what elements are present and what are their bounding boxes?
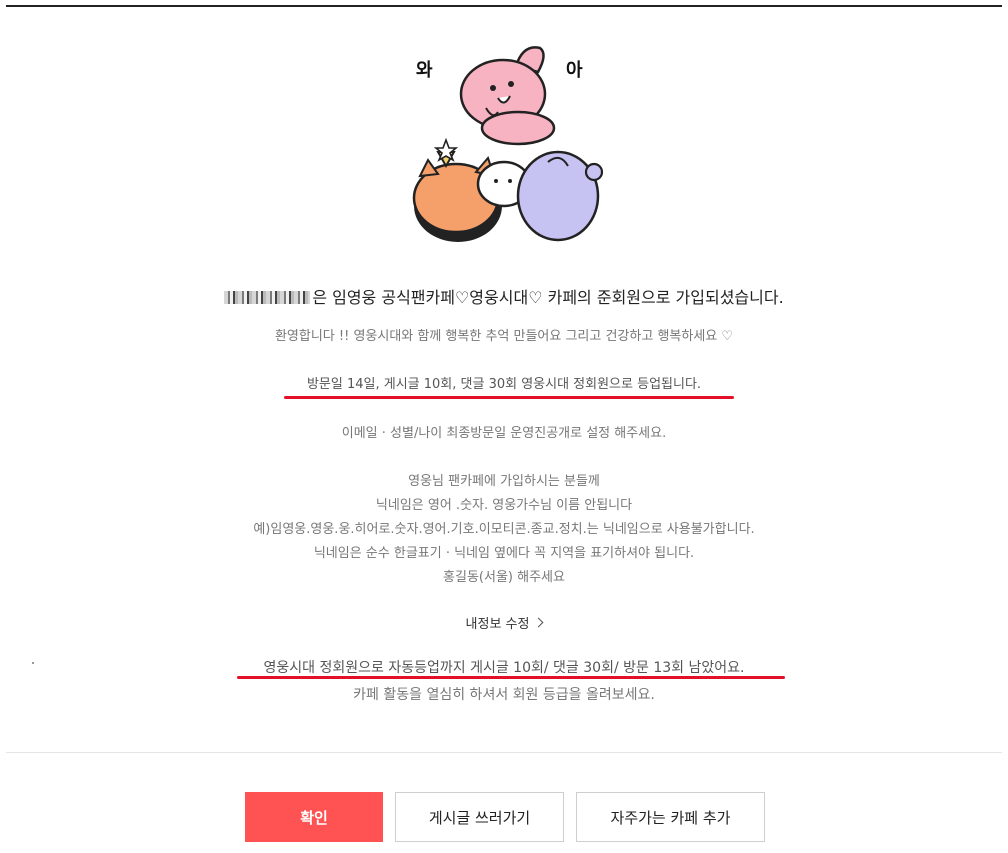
edit-profile-label: 내정보 수정 (465, 617, 530, 632)
celebration-illustration: 와 아 (412, 46, 604, 242)
notice-line: 닉네임은 영어 .숫자. 영웅가수님 이름 안됩니다 (375, 498, 633, 513)
notice-line: 영웅님 팬카페에 가입하시는 분들께 (408, 474, 600, 489)
greeting-text: 환영합니다 !! 영웅시대와 함께 행복한 추억 만들어요 그리고 건강하고 행… (274, 329, 734, 344)
purple-bear-icon (516, 150, 604, 242)
notice-line: 홍길동(서울) 해주세요 (443, 570, 565, 585)
footer-divider (6, 752, 1002, 753)
welcome-message: 은 임영웅 공식팬카페♡영웅시대♡ 카페의 준회원으로 가입되셨습니다. (0, 284, 1008, 308)
a-text: 아 (566, 60, 583, 81)
remaining-requirements-text: 영웅시대 정회원으로 자동등업까지 게시글 10회/ 댓글 30회/ 방문 13… (263, 660, 745, 676)
red-underline-remaining (237, 676, 785, 679)
write-post-button[interactable]: 게시글 쓰러가기 (395, 792, 564, 842)
add-favorite-cafe-button[interactable]: 자주가는 카페 추가 (576, 792, 765, 842)
notice-line: 예)임영웅.영웅.웅.히어로.숫자.영어.기호.이모티콘.종교.정치.는 닉네임… (253, 522, 755, 537)
notice-line: 닉네임은 순수 한글표기 · 닉네임 옆에다 꼭 지역을 표기하셔야 됩니다. (313, 546, 695, 561)
confirm-button[interactable]: 확인 (245, 792, 383, 842)
blurred-nickname (224, 291, 311, 304)
edit-profile-link[interactable]: 내정보 수정 (0, 613, 1008, 632)
encourage-text: 카페 활동을 열심히 하셔서 회원 등급을 올려보세요. (353, 687, 655, 703)
pink-bunny-icon (459, 46, 556, 146)
upgrade-condition-text: 방문일 14일, 게시글 10회, 댓글 30회 영웅시대 정회원으로 등업됩니… (306, 377, 702, 392)
settings-note: 이메일 · 성별/나이 최종방문일 운영진공개로 설정 해주세요. (341, 426, 667, 441)
top-border (6, 5, 1002, 7)
welcome-text: 은 임영웅 공식팬카페♡영웅시대♡ 카페의 준회원으로 가입되셨습니다. (312, 288, 784, 307)
red-underline-condition (284, 396, 734, 399)
chevron-right-icon (534, 617, 544, 628)
wa-text: 와 (416, 60, 433, 81)
